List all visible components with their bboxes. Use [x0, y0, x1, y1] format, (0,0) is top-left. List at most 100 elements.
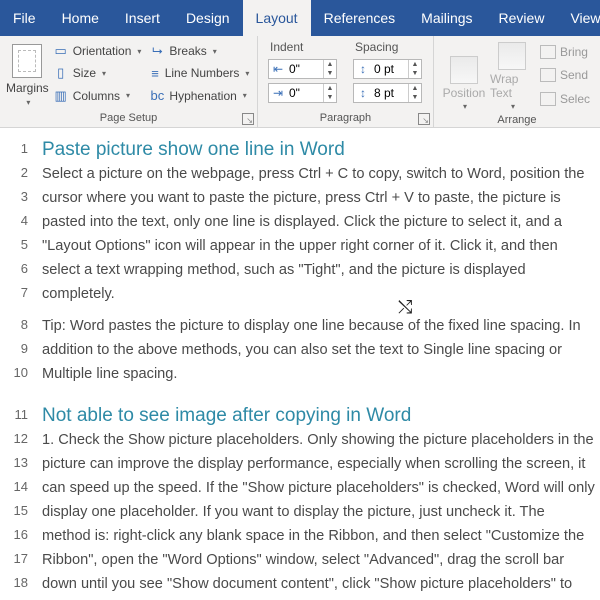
margins-icon [12, 44, 42, 78]
position-button[interactable]: Position [440, 38, 488, 113]
page-setup-dialog-launcher[interactable] [242, 113, 254, 125]
body-text: addition to the above methods, you can a… [42, 339, 600, 361]
line-numbers-button[interactable]: ≡Line Numbers [145, 63, 253, 83]
space-before-icon: ↕ [354, 62, 372, 76]
group-arrange: Position Wrap Text Bring Send Selec Arra… [434, 36, 600, 127]
heading: Paste picture show one line in Word [42, 139, 600, 161]
line-number: 2 [0, 163, 28, 180]
line-numbers-icon: ≡ [149, 65, 160, 81]
body-text: down until you see "Show document conten… [42, 573, 600, 595]
line-number: 10 [0, 363, 28, 380]
indent-right-down[interactable]: ▼ [324, 93, 336, 102]
breaks-icon: ⮡ [149, 43, 165, 59]
body-text: "Layout Options" icon will appear in the… [42, 235, 600, 257]
heading: Not able to see image after copying in W… [42, 405, 600, 427]
body-text: Multiple line spacing. [42, 363, 600, 385]
body-text: completely. [42, 283, 600, 305]
space-after-spinner[interactable]: ↕ ▲▼ [353, 83, 422, 103]
send-backward-button[interactable]: Send [536, 66, 594, 84]
document-area[interactable]: 1 Paste picture show one line in Word 2 Se… [0, 128, 600, 600]
group-page-setup: Margins ▭Orientation ▯Size ▥Columns ⮡Bre… [0, 36, 258, 127]
line-number: 4 [0, 211, 28, 228]
indent-left-up[interactable]: ▲ [324, 60, 336, 69]
selection-pane-icon [540, 92, 556, 106]
position-icon [450, 56, 478, 84]
indent-left-spinner[interactable]: ⇤ ▲▼ [268, 59, 337, 79]
space-after-down[interactable]: ▼ [409, 93, 421, 102]
tab-insert[interactable]: Insert [112, 0, 173, 36]
body-text: select a text wrapping method, such as "… [42, 259, 600, 281]
line-number: 1 [0, 139, 28, 156]
size-button[interactable]: ▯Size [49, 63, 146, 83]
wrap-text-icon [498, 42, 526, 70]
line-number: 9 [0, 339, 28, 356]
tab-view[interactable]: View [557, 0, 600, 36]
orientation-icon: ▭ [53, 43, 69, 59]
line-number: 15 [0, 501, 28, 518]
line-number: 18 [0, 573, 28, 590]
body-text: Select a picture on the webpage, press C… [42, 163, 600, 185]
line-number: 7 [0, 283, 28, 300]
line-number: 16 [0, 525, 28, 542]
menu-tabs: File Home Insert Design Layout Reference… [0, 0, 600, 36]
line-number: 12 [0, 429, 28, 446]
indent-left-down[interactable]: ▼ [324, 69, 336, 78]
wrap-text-button[interactable]: Wrap Text [488, 38, 536, 113]
space-after-input[interactable] [372, 84, 408, 102]
spacing-label: Spacing [353, 40, 422, 56]
body-text: Tip: Word pastes the picture to display … [42, 315, 600, 337]
margins-button[interactable]: Margins [6, 38, 49, 109]
indent-right-input[interactable] [287, 84, 323, 102]
space-after-up[interactable]: ▲ [409, 84, 421, 93]
tab-design[interactable]: Design [173, 0, 243, 36]
line-number: 3 [0, 187, 28, 204]
indent-label: Indent [268, 40, 337, 56]
body-text: Ribbon", open the "Word Options" window,… [42, 549, 600, 571]
line-number: 5 [0, 235, 28, 252]
send-backward-icon [540, 68, 556, 82]
indent-left-icon: ⇤ [269, 62, 287, 76]
space-before-input[interactable] [372, 60, 408, 78]
line-number: 17 [0, 549, 28, 566]
body-text: picture can improve the display performa… [42, 453, 600, 475]
line-number: 13 [0, 453, 28, 470]
bring-forward-icon [540, 45, 556, 59]
tab-home[interactable]: Home [49, 0, 112, 36]
space-before-spinner[interactable]: ↕ ▲▼ [353, 59, 422, 79]
body-text: 1. Check the Show picture placeholders. … [42, 429, 600, 451]
space-before-up[interactable]: ▲ [409, 60, 421, 69]
margins-label: Margins [6, 81, 49, 95]
orientation-button[interactable]: ▭Orientation [49, 41, 146, 61]
indent-right-up[interactable]: ▲ [324, 84, 336, 93]
columns-icon: ▥ [53, 88, 69, 104]
indent-right-spinner[interactable]: ⇥ ▲▼ [268, 83, 337, 103]
tab-review[interactable]: Review [486, 0, 558, 36]
tab-layout[interactable]: Layout [243, 0, 311, 36]
tab-file[interactable]: File [0, 0, 49, 36]
tab-mailings[interactable]: Mailings [408, 0, 485, 36]
body-text: can speed up the speed. If the "Show pic… [42, 477, 600, 499]
group-label-arrange: Arrange [497, 114, 536, 126]
group-label-page-setup: Page Setup [100, 112, 158, 124]
paragraph-dialog-launcher[interactable] [418, 113, 430, 125]
body-text: cursor where you want to paste the pictu… [42, 187, 600, 209]
indent-right-icon: ⇥ [269, 86, 287, 100]
line-number: 14 [0, 477, 28, 494]
bring-forward-button[interactable]: Bring [536, 43, 594, 61]
indent-left-input[interactable] [287, 60, 323, 78]
body-text: pasted into the text, only one line is d… [42, 211, 600, 233]
line-number: 6 [0, 259, 28, 276]
breaks-button[interactable]: ⮡Breaks [145, 41, 253, 61]
group-label-paragraph: Paragraph [320, 112, 371, 124]
space-before-down[interactable]: ▼ [409, 69, 421, 78]
tab-references[interactable]: References [311, 0, 409, 36]
hyphenation-button[interactable]: bcHyphenation [145, 86, 253, 106]
selection-pane-button[interactable]: Selec [536, 90, 594, 108]
columns-button[interactable]: ▥Columns [49, 86, 146, 106]
line-number: 8 [0, 315, 28, 332]
size-icon: ▯ [53, 65, 69, 81]
ribbon: Margins ▭Orientation ▯Size ▥Columns ⮡Bre… [0, 36, 600, 128]
hyphenation-icon: bc [149, 88, 165, 104]
body-text: display one placeholder. If you want to … [42, 501, 600, 523]
group-paragraph: Indent ⇤ ▲▼ ⇥ ▲▼ Spacing [258, 36, 434, 127]
